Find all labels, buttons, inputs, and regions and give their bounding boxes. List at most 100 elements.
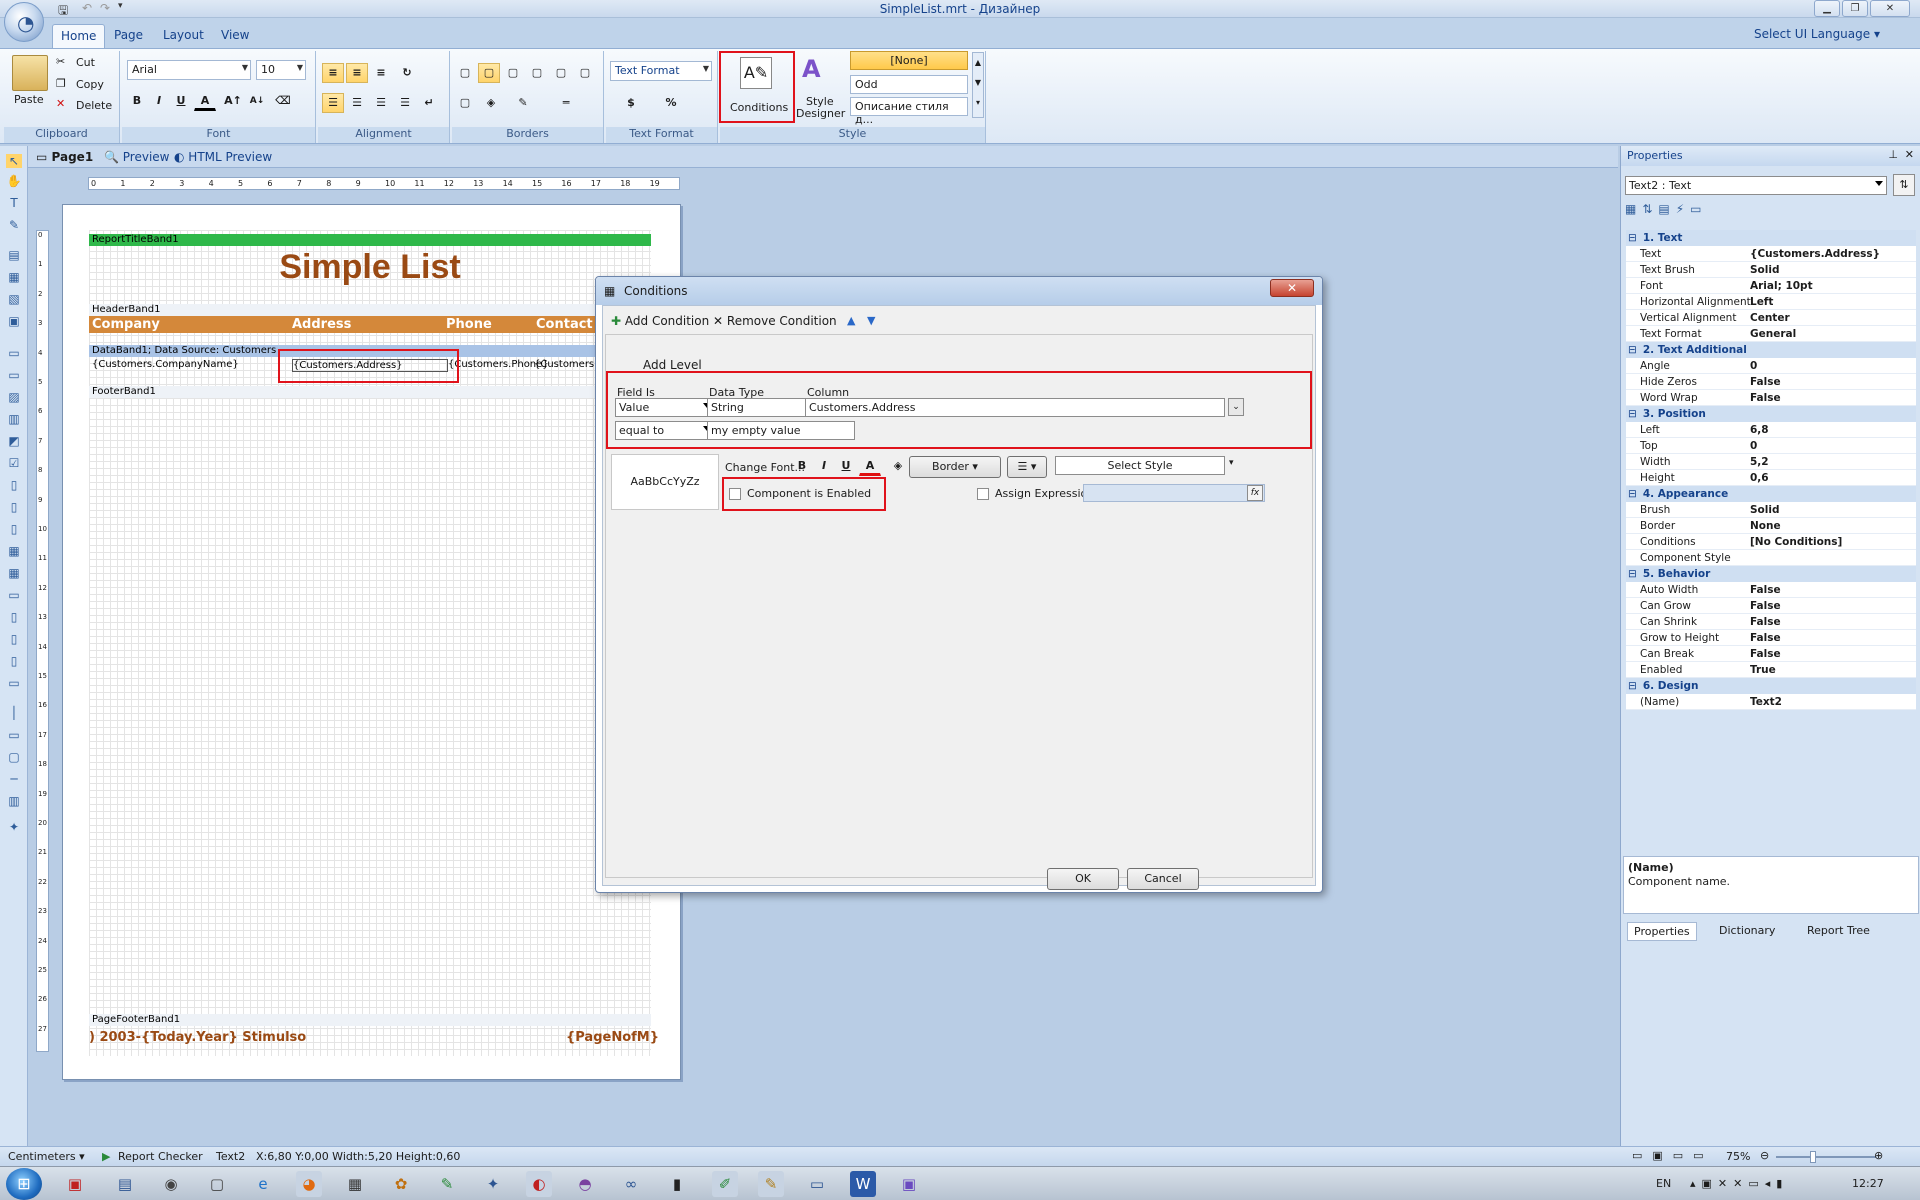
border-left-icon[interactable]: ▢ (502, 63, 524, 83)
property-value[interactable]: [No Conditions] (1750, 534, 1842, 550)
property-value[interactable]: None (1750, 518, 1781, 534)
shadow-icon[interactable]: ▢ (454, 93, 476, 113)
style-item-description[interactable]: Описание стиля д... (850, 97, 968, 126)
property-row[interactable]: Border None (1626, 518, 1916, 534)
border-top-icon[interactable]: ▢ (478, 63, 500, 83)
cell-company-name[interactable]: {Customers.CompanyName} (92, 359, 239, 370)
property-value[interactable]: Solid (1750, 262, 1780, 278)
taskbar-app-13-icon[interactable]: ▮ (664, 1171, 690, 1197)
taskbar-app-7-icon[interactable]: ✿ (388, 1171, 414, 1197)
property-row[interactable]: Can Shrink False (1626, 614, 1916, 630)
align-left-icon[interactable]: ☰ (322, 93, 344, 113)
shrink-font-button[interactable]: A↓ (246, 91, 268, 111)
property-value[interactable]: Solid (1750, 502, 1780, 518)
footer-copyright[interactable]: ) 2003-{Today.Year} Stimulso (89, 1030, 306, 1045)
property-row[interactable]: Left 6,8 (1626, 422, 1916, 438)
expand-icon[interactable]: ⊟ (1628, 488, 1637, 500)
taskbar-app-10-icon[interactable]: ◐ (526, 1171, 552, 1197)
expand-icon[interactable]: ⊟ (1628, 232, 1637, 244)
tab-properties[interactable]: Properties (1627, 922, 1697, 941)
clear-format-icon[interactable]: ⌫ (272, 91, 294, 111)
text-component-icon[interactable]: ▭ (6, 346, 22, 360)
property-value[interactable]: 6,8 (1750, 422, 1769, 438)
cond-text-color-button[interactable]: A (859, 456, 881, 476)
border-button[interactable]: Border ▾ (909, 456, 1001, 478)
cond-underline-button[interactable]: U (835, 456, 857, 476)
taskbar-app-4-icon[interactable]: ▢ (204, 1171, 230, 1197)
border-right-icon[interactable]: ▢ (526, 63, 548, 83)
add-level-button[interactable]: Add Level (643, 358, 702, 372)
sort-icon[interactable]: ⇅ (1893, 174, 1915, 196)
vertical-line-icon[interactable]: │ (6, 706, 22, 720)
taskbar-app-1-icon[interactable]: ▣ (62, 1171, 88, 1197)
property-value[interactable]: 0,6 (1750, 470, 1769, 486)
expression-input[interactable] (1083, 484, 1265, 502)
property-value[interactable]: {Customers.Address} (1750, 246, 1880, 262)
wizard-tool-icon[interactable]: ✦ (6, 820, 22, 834)
assign-expression-label[interactable]: Assign Expression (995, 487, 1094, 500)
property-value[interactable]: False (1750, 614, 1781, 630)
property-row[interactable]: Enabled True (1626, 662, 1916, 678)
undo-icon[interactable]: ↶ (82, 1, 92, 15)
panel-close-icon[interactable]: ✕ (1905, 148, 1914, 161)
expand-icon[interactable]: ⊟ (1628, 408, 1637, 420)
chart-tool-icon[interactable]: ▯ (6, 478, 22, 492)
tab-report-tree[interactable]: Report Tree (1801, 922, 1876, 939)
units-selector[interactable]: Centimeters ▾ (8, 1150, 85, 1163)
property-category[interactable]: ⊟ 3. Position (1626, 406, 1916, 422)
remove-condition-button[interactable]: ✕ Remove Condition (713, 314, 837, 328)
taskbar-app-14-icon[interactable]: ✐ (712, 1171, 738, 1197)
cut-button[interactable]: Cut (76, 56, 95, 69)
image-tool-icon[interactable]: ▨ (6, 390, 22, 404)
font-family-combo[interactable]: Arial ▼ (127, 60, 251, 80)
align-bottom-icon[interactable]: ≡ (370, 63, 392, 83)
select-style-dropdown-icon[interactable]: ▾ (1229, 458, 1234, 468)
grow-font-button[interactable]: A↑ (222, 91, 244, 111)
property-row[interactable]: Text {Customers.Address} (1626, 246, 1916, 262)
cancel-button[interactable]: Cancel (1127, 868, 1199, 890)
property-row[interactable]: Auto Width False (1626, 582, 1916, 598)
header-band[interactable]: HeaderBand1 (89, 304, 651, 316)
property-row[interactable]: Can Break False (1626, 646, 1916, 662)
word-wrap-icon[interactable]: ↵ (418, 93, 440, 113)
justify-icon[interactable]: ☰ (394, 93, 416, 113)
taskbar-app-8-icon[interactable]: ✎ (434, 1171, 460, 1197)
property-row[interactable]: Text Brush Solid (1626, 262, 1916, 278)
font-size-combo[interactable]: 10 ▼ (256, 60, 306, 80)
taskbar-firefox-icon[interactable]: ◕ (296, 1171, 322, 1197)
property-value[interactable]: Arial; 10pt (1750, 278, 1813, 294)
cond-list-button[interactable]: ☰ ▾ (1007, 456, 1047, 478)
property-value[interactable]: True (1750, 662, 1776, 678)
format-number-icon[interactable]: $ (620, 93, 642, 113)
align-right-icon[interactable]: ☰ (370, 93, 392, 113)
pin-icon[interactable]: ⊥ (1888, 148, 1898, 161)
property-row[interactable]: Component Style (1626, 550, 1916, 566)
checkbox-tool-icon[interactable]: ☑ (6, 456, 22, 470)
property-row[interactable]: Grow to Height False (1626, 630, 1916, 646)
property-row[interactable]: Width 5,2 (1626, 454, 1916, 470)
dashboard-tool-icon[interactable]: ▥ (6, 794, 22, 808)
taskbar-app-18-icon[interactable]: ▣ (896, 1171, 922, 1197)
style-item-none[interactable]: [None] (850, 51, 968, 70)
cond-fill-color-button[interactable]: ◈ (887, 456, 909, 476)
taskbar-app-11-icon[interactable]: ◓ (572, 1171, 598, 1197)
style-item-odd[interactable]: Odd (850, 75, 968, 94)
property-value[interactable]: Text2 (1750, 694, 1782, 710)
delete-button[interactable]: Delete (76, 99, 112, 112)
property-row[interactable]: Top 0 (1626, 438, 1916, 454)
component-selector[interactable]: Text2 : Text (1625, 176, 1887, 195)
ok-button[interactable]: OK (1047, 868, 1119, 890)
redo-icon[interactable]: ↷ (100, 1, 110, 15)
property-row[interactable]: Hide Zeros False (1626, 374, 1916, 390)
property-value[interactable]: False (1750, 582, 1781, 598)
property-value[interactable]: Left (1750, 294, 1773, 310)
subreport-tool-icon[interactable]: ▣ (6, 314, 22, 328)
gauge-tool-icon[interactable]: ▯ (6, 500, 22, 514)
property-row[interactable]: Horizontal Alignment Left (1626, 294, 1916, 310)
tray-icons[interactable]: ▴▣✕✕▭◂▮ (1690, 1177, 1788, 1190)
header-company[interactable]: Company (92, 316, 160, 333)
property-value[interactable]: False (1750, 374, 1781, 390)
property-row[interactable]: Text Format General (1626, 326, 1916, 342)
property-value[interactable]: General (1750, 326, 1796, 342)
property-category[interactable]: ⊟ 2. Text Additional (1626, 342, 1916, 358)
